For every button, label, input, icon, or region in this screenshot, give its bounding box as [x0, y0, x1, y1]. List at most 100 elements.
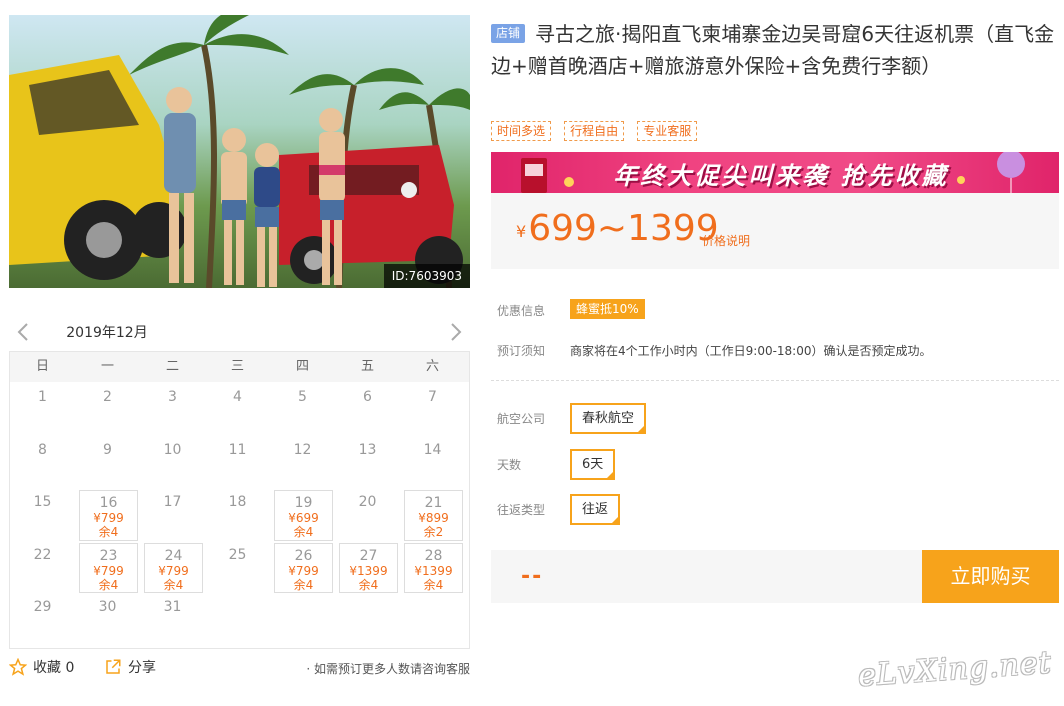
product-title-block: 店铺 寻古之旅·揭阳直飞柬埔寨金边吴哥窟6天往返机票（直飞金边+赠首晚酒店+赠旅游… — [491, 18, 1057, 82]
day-number: 3 — [168, 389, 177, 405]
airline-label: 航空公司 — [497, 412, 546, 426]
calendar-day-available[interactable]: 26 ¥799 余4 — [274, 542, 333, 594]
day-number: 13 — [358, 441, 377, 458]
calendar-day-available[interactable]: 19 ¥699 余4 — [274, 490, 333, 541]
product-tags: 时间多选 行程自由 专业客服 — [491, 120, 705, 141]
day-price: ¥899 — [418, 511, 449, 526]
day-price: ¥699 — [288, 511, 319, 526]
day-remaining: 余4 — [98, 577, 119, 592]
day-number: 26 — [294, 547, 313, 564]
day-number: 11 — [228, 441, 247, 458]
calendar-day-available[interactable]: 28 ¥1399 余4 — [404, 542, 463, 594]
day-remaining: 余4 — [163, 577, 184, 592]
day-number: 17 — [163, 494, 182, 511]
day-price: ¥1399 — [349, 563, 388, 578]
day-number: 23 — [99, 547, 118, 564]
day-number: 25 — [228, 546, 247, 563]
calendar-day: 13 — [335, 436, 400, 489]
currency-symbol: ¥ — [516, 222, 527, 241]
day-number: 16 — [99, 495, 118, 512]
buy-now-button[interactable]: 立即购买 — [922, 550, 1059, 603]
day-number: 12 — [293, 441, 312, 458]
day-number: 7 — [428, 389, 437, 405]
day-number: 19 — [294, 495, 313, 512]
day-number: 29 — [33, 599, 52, 616]
calendar-day: 31 — [140, 593, 205, 646]
day-number: 22 — [33, 546, 52, 563]
calendar-day: 6 — [335, 383, 400, 436]
day-remaining: 余4 — [98, 525, 119, 540]
calendar-day: 7 — [400, 383, 465, 436]
date-calendar: 2019年12月 日 一 二 三 四 五 六 1 2 3 4 5 6 7 8 9 10 11 12 13… — [9, 311, 470, 649]
product-title: 店铺 寻古之旅·揭阳直飞柬埔寨金边吴哥窟6天往返机票（直飞金边+赠首晚酒店+赠旅游… — [491, 18, 1057, 82]
day-remaining: 余4 — [423, 577, 444, 592]
calendar-grid-box: 日 一 二 三 四 五 六 1 2 3 4 5 6 7 8 9 10 11 12 13 14 15 16 ¥79… — [9, 351, 470, 649]
airline-option[interactable]: 春秋航空 — [570, 403, 647, 435]
notice-text: 商家将在4个工作小时内（工作日9:00-18:00）确认是否预定成功。 — [570, 344, 932, 358]
photo-id-label: ID:7603903 — [383, 264, 470, 288]
tag: 时间多选 — [491, 121, 552, 141]
collect-button[interactable]: 收藏 0 — [8, 657, 75, 678]
day-number: 15 — [33, 494, 52, 511]
share-icon — [106, 659, 121, 674]
calendar-day-available[interactable]: 21 ¥899 余2 — [404, 490, 463, 541]
calendar-day: 18 — [205, 488, 270, 541]
trip-type-option[interactable]: 往返 — [570, 494, 621, 526]
price-value: 699~1399 — [528, 208, 719, 249]
share-label: 分享 — [128, 660, 156, 676]
price-range: ¥699~1399 — [516, 208, 719, 249]
calendar-day: 30 — [75, 593, 140, 646]
star-icon — [8, 657, 28, 676]
days-option[interactable]: 6天 — [570, 449, 616, 481]
weekday-label: 一 — [100, 359, 114, 374]
consult-note: · 如需预订更多人数请咨询客服 — [306, 662, 470, 676]
calendar-day: 12 — [270, 436, 335, 489]
day-number: 21 — [424, 495, 443, 512]
product-title-text: 寻古之旅·揭阳直飞柬埔寨金边吴哥窟6天往返机票（直飞金边+赠首晚酒店+赠旅游意外… — [491, 22, 1055, 78]
day-price: ¥799 — [288, 563, 319, 578]
buy-bar: -- 立即购买 — [491, 550, 1059, 603]
collect-count: 0 — [65, 660, 75, 676]
calendar-day: 1 — [10, 383, 75, 436]
calendar-day: 8 — [10, 436, 75, 489]
day-number: 10 — [163, 441, 182, 458]
calendar-day: 17 — [140, 488, 205, 541]
section-divider — [491, 380, 1059, 381]
day-remaining: 余4 — [358, 577, 379, 592]
calendar-day: 2 — [75, 383, 140, 436]
calendar-day-available[interactable]: 24 ¥799 余4 — [144, 542, 203, 594]
tag: 专业客服 — [637, 121, 698, 141]
calendar-day: 15 — [10, 488, 75, 541]
collect-label: 收藏 — [33, 660, 61, 676]
promo-badge: 蜂蜜抵10% — [570, 299, 645, 319]
days-label: 天数 — [497, 458, 522, 472]
calendar-day-available[interactable]: 27 ¥1399 余4 — [339, 542, 398, 594]
day-number: 8 — [38, 441, 47, 458]
day-number: 28 — [424, 547, 443, 564]
calendar-day: 20 — [335, 488, 400, 541]
calendar-day-available[interactable]: 16 ¥799 余4 — [79, 490, 138, 541]
calendar-month-label: 2019年12月 — [59, 319, 155, 355]
calendar-day: 14 — [400, 436, 465, 489]
day-number: 18 — [228, 494, 247, 511]
calendar-day-available[interactable]: 23 ¥799 余4 — [79, 542, 138, 594]
calendar-day: 25 — [205, 541, 270, 594]
calendar-day: 3 — [140, 383, 205, 436]
day-number: 24 — [164, 547, 183, 564]
weekday-label: 三 — [230, 359, 244, 374]
price-note-link[interactable]: 价格说明 — [702, 232, 750, 249]
day-remaining: 余2 — [423, 525, 444, 540]
selected-price-placeholder: -- — [521, 564, 544, 589]
calendar-day: 4 — [205, 383, 270, 436]
trip-type-label: 往返类型 — [497, 503, 546, 517]
chevron-left-icon[interactable] — [17, 323, 29, 345]
weekday-label: 六 — [425, 359, 439, 374]
tag: 行程自由 — [564, 121, 625, 141]
chevron-right-icon[interactable] — [450, 323, 462, 345]
day-number: 30 — [98, 599, 117, 616]
share-button[interactable]: 分享 — [104, 658, 156, 678]
day-number: 2 — [103, 389, 112, 405]
shop-badge[interactable]: 店铺 — [491, 24, 526, 43]
promo-banner[interactable]: 年终大促尖叫来袭 抢先收藏 — [491, 152, 1059, 193]
calendar-day: 5 — [270, 383, 335, 436]
